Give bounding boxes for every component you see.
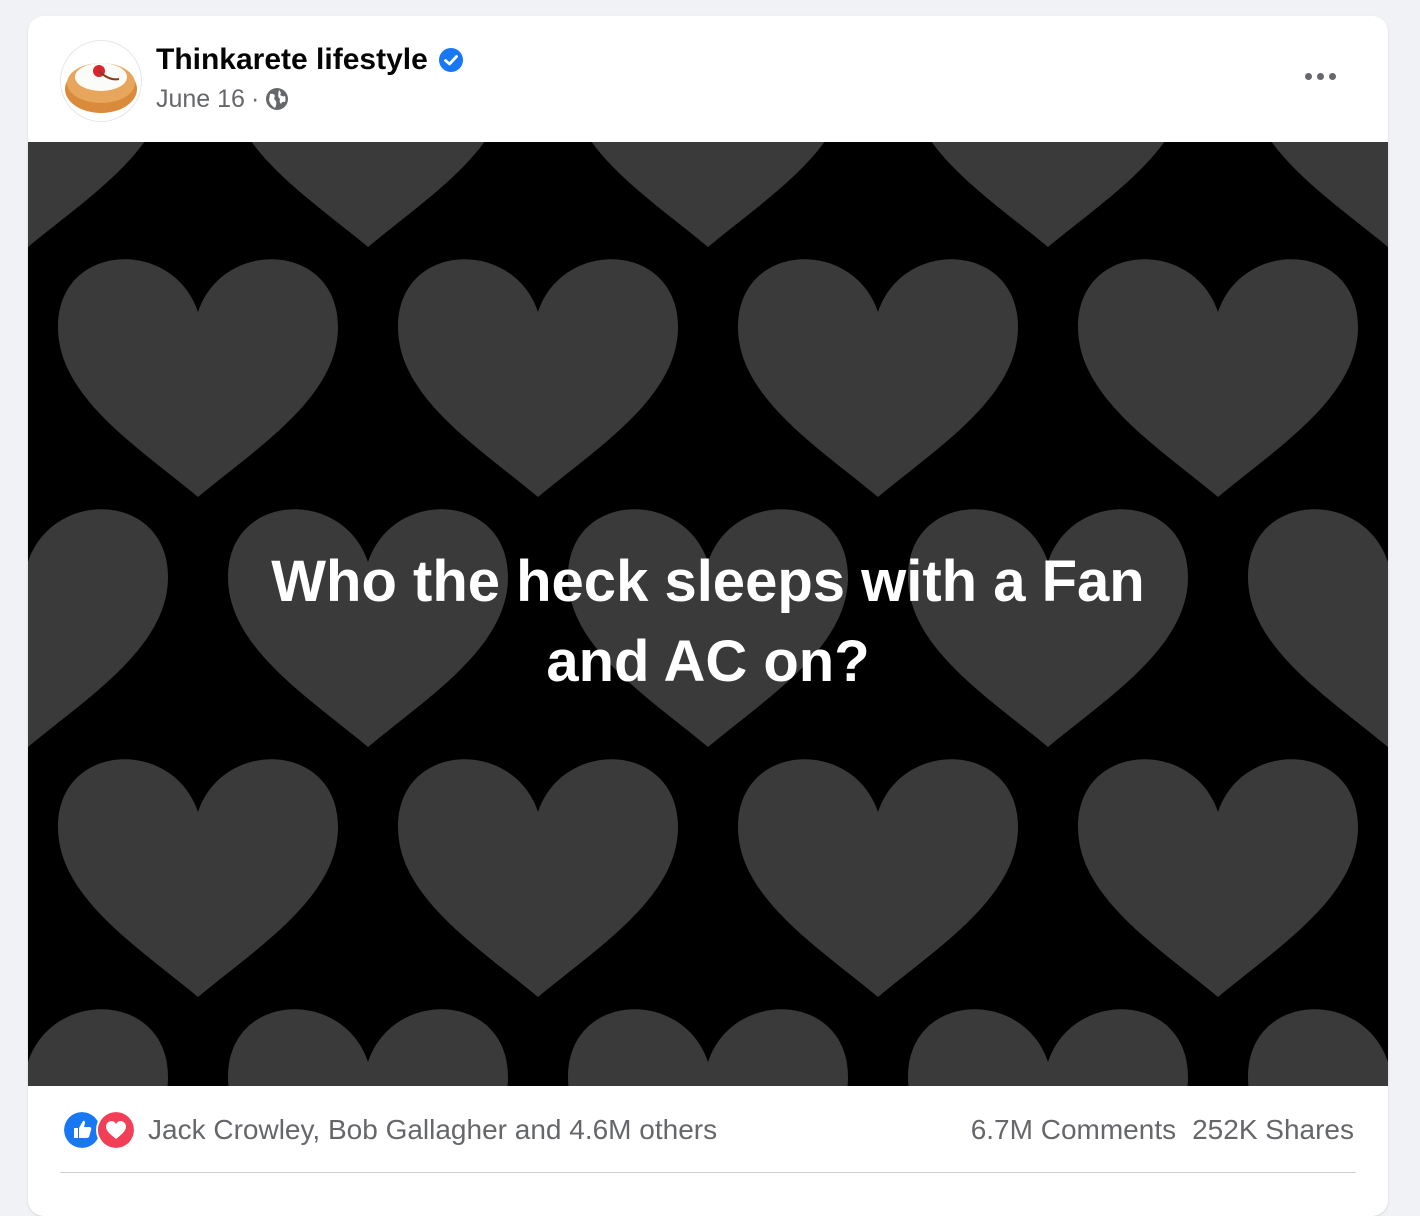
post-date[interactable]: June 16: [156, 85, 245, 114]
heart-row-1: [28, 142, 1388, 247]
more-dot: [1316, 72, 1324, 80]
page-name[interactable]: Thinkarete lifestyle: [156, 40, 464, 80]
post-footer: Jack Crowley, Bob Gallagher and 4.6M oth…: [28, 1086, 1388, 1216]
post-media[interactable]: Who the heck sleeps with a Fan and AC on…: [28, 142, 1388, 1086]
page-name-text[interactable]: Thinkarete lifestyle: [156, 43, 428, 77]
page-avatar[interactable]: [60, 40, 142, 122]
comments-count[interactable]: 6.7M Comments: [971, 1114, 1176, 1146]
heart-row-2: [58, 259, 1358, 497]
heart-row-4: [58, 759, 1358, 997]
reactions-summary[interactable]: Jack Crowley, Bob Gallagher and 4.6M oth…: [62, 1110, 717, 1150]
post-card: Thinkarete lifestyle June 16 · Who the h…: [28, 16, 1388, 1216]
footer-divider: [60, 1172, 1356, 1173]
globe-icon[interactable]: [265, 87, 289, 111]
more-options-button[interactable]: [1290, 58, 1350, 94]
heart-row-5: [28, 1009, 1388, 1086]
post-text: Who the heck sleeps with a Fan and AC on…: [271, 549, 1145, 694]
tart-logo-icon: [65, 63, 137, 113]
love-icon: [96, 1110, 136, 1150]
reactors-text[interactable]: Jack Crowley, Bob Gallagher and 4.6M oth…: [148, 1114, 717, 1146]
more-options-icon: [1304, 72, 1312, 80]
verified-badge-icon: [438, 48, 463, 72]
meta-separator: ·: [250, 84, 260, 113]
post-header: Thinkarete lifestyle June 16 ·: [28, 16, 1388, 142]
shares-count[interactable]: 252K Shares: [1192, 1114, 1354, 1146]
post-meta: June 16 ·: [156, 82, 289, 116]
engagement-counts: 6.7M Comments 252K Shares: [971, 1110, 1354, 1150]
more-dot: [1328, 72, 1336, 80]
